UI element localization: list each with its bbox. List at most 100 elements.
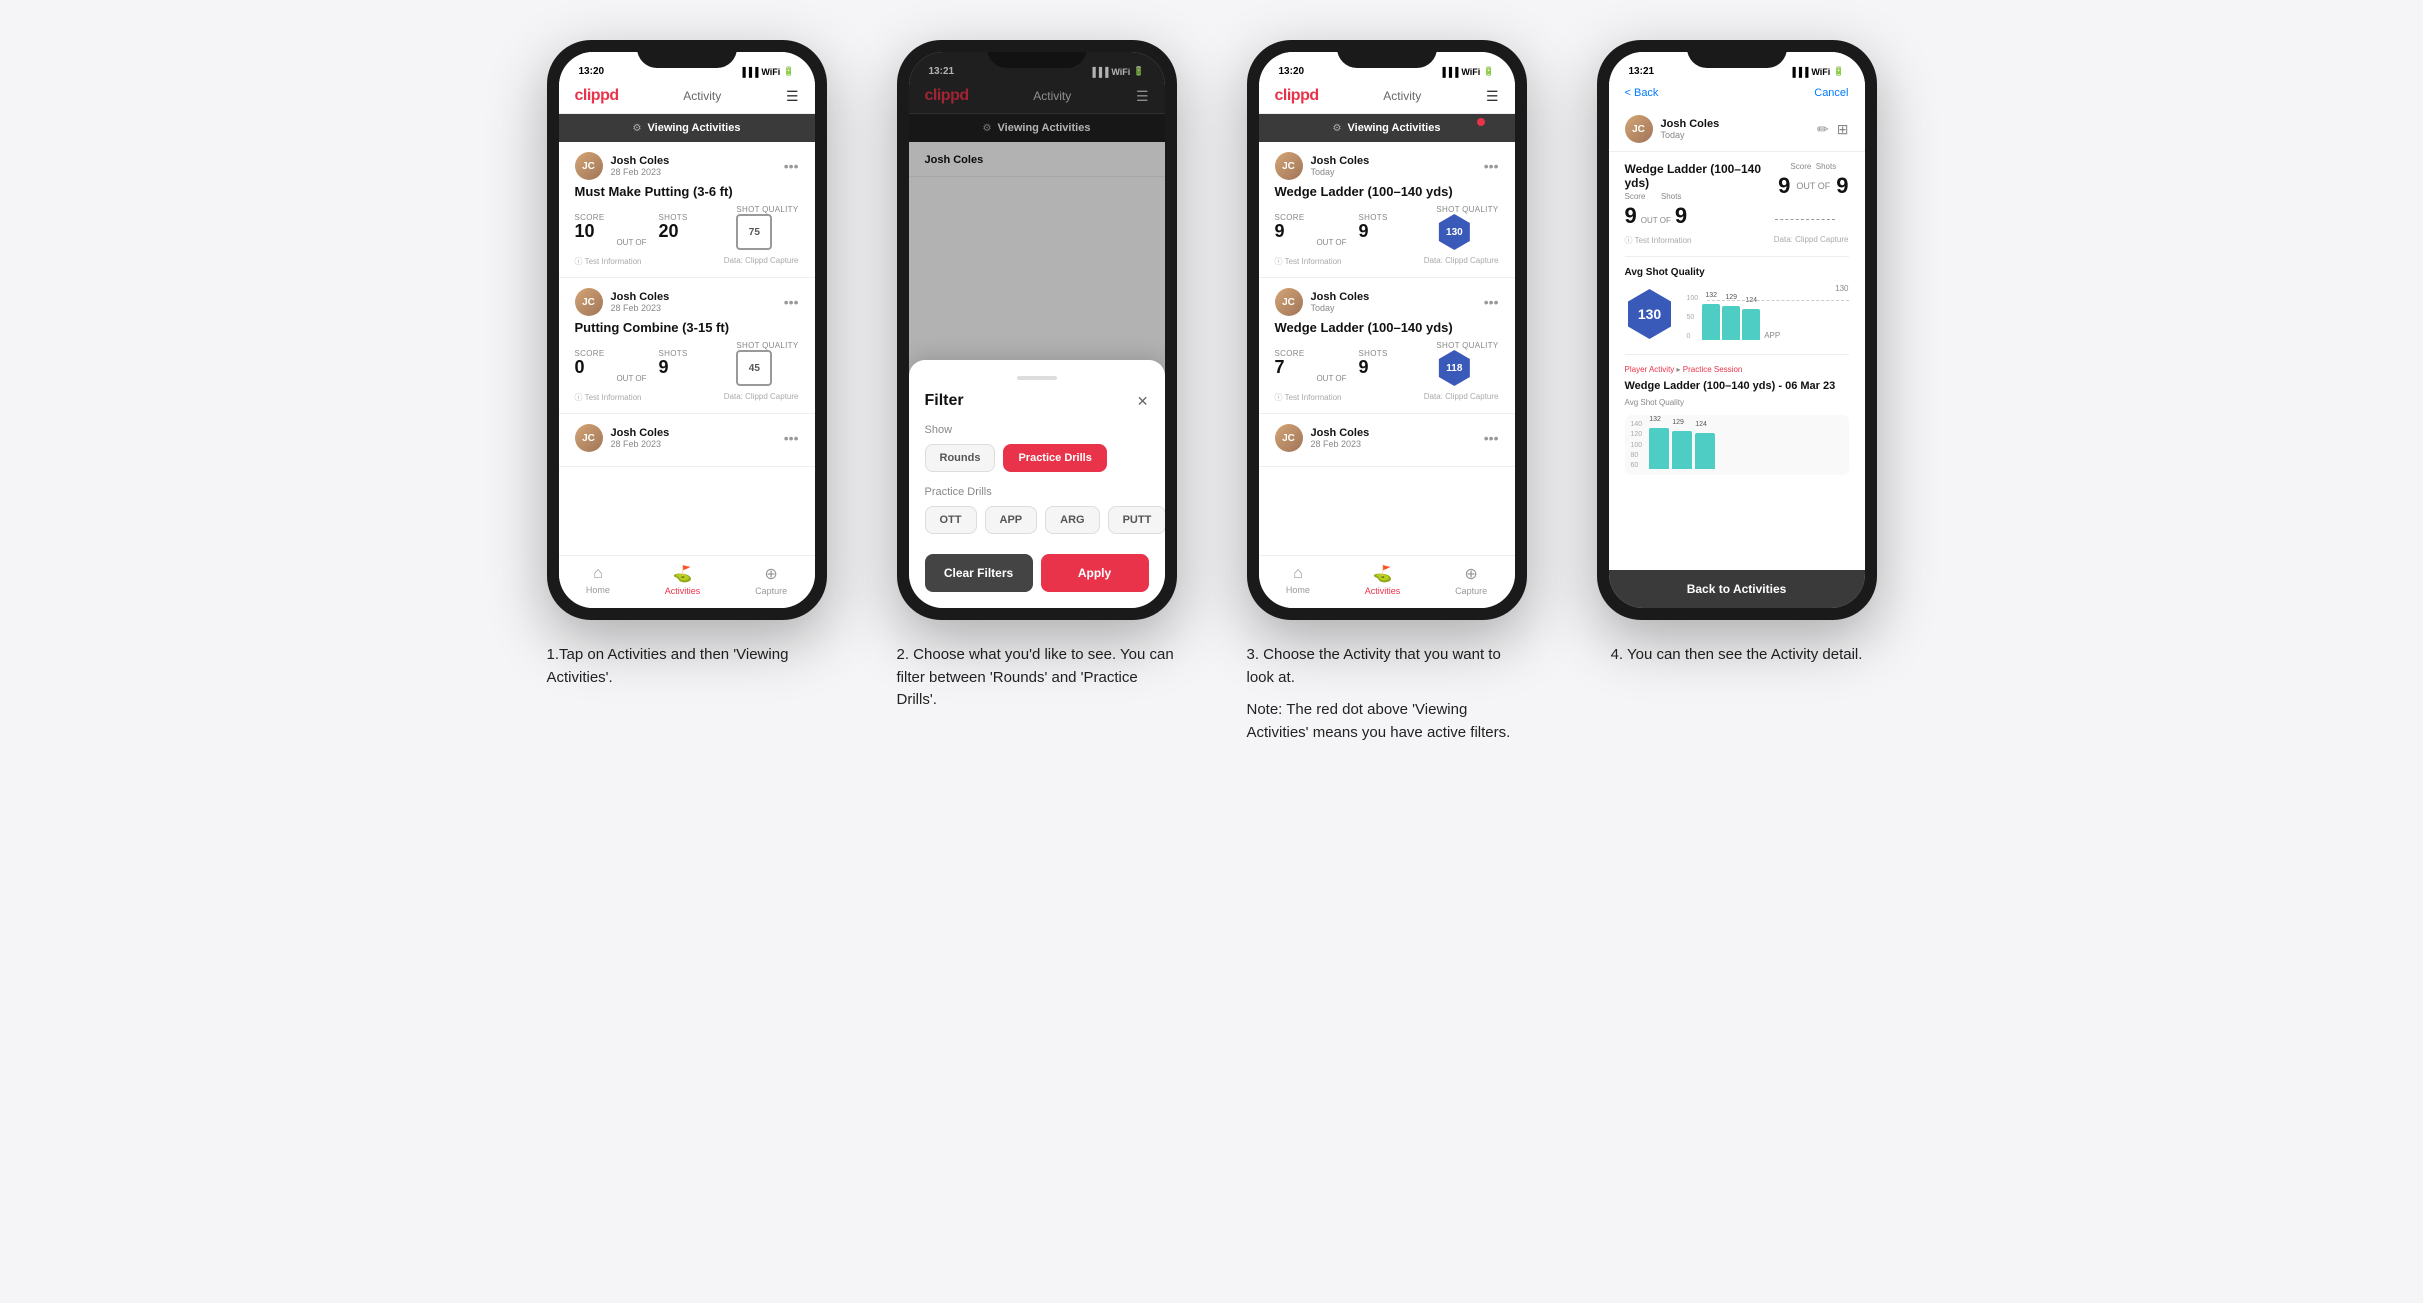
tab-home-label-1: Home: [586, 585, 610, 595]
quality-badge-1-1: 75: [736, 214, 772, 250]
close-modal-btn[interactable]: ✕: [1137, 393, 1149, 410]
footer-left-3-1: ⓘ Test Information: [1275, 256, 1342, 267]
stats-row-3-2: Score 7 OUT OF Shots 9 Shot Quality 118: [1275, 341, 1499, 386]
caption-3: 3. Choose the Activity that you want to …: [1247, 644, 1527, 744]
bar-3: 124: [1742, 309, 1760, 341]
card-footer-1-1: ⓘ Test Information Data: Clippd Capture: [575, 256, 799, 267]
caption-4: 4. You can then see the Activity detail.: [1611, 644, 1863, 667]
status-time-4: 13:21: [1629, 66, 1655, 77]
activity-card-3-1[interactable]: JC Josh Coles Today ••• Wedge Ladder (10…: [1259, 142, 1515, 278]
card-footer-3-1: ⓘ Test Information Data: Clippd Capture: [1275, 256, 1499, 267]
footer-right-3-1: Data: Clippd Capture: [1424, 256, 1499, 267]
pill-practice-drills[interactable]: Practice Drills: [1003, 444, 1106, 472]
status-icons-4: ▐▐▐ WiFi 🔋: [1789, 66, 1844, 77]
activity-card-1-3[interactable]: JC Josh Coles 28 Feb 2023 •••: [559, 414, 815, 467]
tab-activities-3[interactable]: ⛳ Activities: [1365, 564, 1401, 596]
user-name-3-3: Josh Coles: [1311, 427, 1370, 439]
activity-card-1-2[interactable]: JC Josh Coles 28 Feb 2023 ••• Putting Co…: [559, 278, 815, 414]
shots-group-3-1: Shots 9: [1359, 213, 1388, 242]
user-date-1-2: 28 Feb 2023: [611, 303, 670, 313]
pill-ott[interactable]: OTT: [925, 506, 977, 534]
screen4-column: 13:21 ▐▐▐ WiFi 🔋 < Back Cancel: [1577, 40, 1897, 744]
viewing-banner-1[interactable]: ⚙ Viewing Activities: [559, 114, 815, 142]
score-group-3-1: Score 9: [1275, 213, 1305, 242]
axis-100: 100: [1687, 295, 1699, 302]
bar-2: 129: [1722, 306, 1740, 340]
activities-tab-icon-1: ⛳: [673, 564, 693, 584]
cancel-btn-4[interactable]: Cancel: [1814, 87, 1848, 99]
chart-app-label: APP: [1764, 331, 1780, 340]
pill-arg[interactable]: ARG: [1045, 506, 1099, 534]
activity-card-3-3[interactable]: JC Josh Coles 28 Feb 2023 •••: [1259, 414, 1515, 467]
pill-rounds[interactable]: Rounds: [925, 444, 996, 472]
battery-icon-3: 🔋: [1483, 66, 1494, 77]
shots-value-3-2: 9: [1359, 358, 1388, 378]
session-bar-label-3: 124: [1695, 421, 1707, 428]
back-btn-4[interactable]: < Back: [1625, 87, 1659, 99]
more-dots-3-2[interactable]: •••: [1484, 294, 1499, 310]
axis-50: 50: [1687, 314, 1699, 321]
shots-group-1-1: Shots 20: [659, 213, 688, 242]
modal-header: Filter ✕: [925, 392, 1149, 410]
session-subtitle-4: Avg Shot Quality: [1625, 398, 1849, 407]
score-shots-labels: Score Shots: [1625, 192, 1779, 201]
detail-score-col-val: 9: [1778, 173, 1790, 199]
activity-title-3-2: Wedge Ladder (100–140 yds): [1275, 320, 1499, 335]
activity-card-3-2[interactable]: JC Josh Coles Today ••• Wedge Ladder (10…: [1259, 278, 1515, 414]
phone2: 13:21 ▐▐▐ WiFi 🔋 clippd Activity ☰ ⚙: [897, 40, 1177, 620]
avg-quality-section: 130 130 100 50 0: [1625, 284, 1849, 344]
menu-icon-3[interactable]: ☰: [1486, 88, 1499, 105]
tab-home-3[interactable]: ⌂ Home: [1286, 565, 1310, 595]
header-title-3: Activity: [1383, 89, 1421, 103]
detail-content-4: Wedge Ladder (100–140 yds) Score Shots 9…: [1609, 152, 1865, 570]
avatar-3-1: JC: [1275, 152, 1303, 180]
more-dots-1-1[interactable]: •••: [784, 158, 799, 174]
activity-card-1-1[interactable]: JC Josh Coles 28 Feb 2023 ••• Must Make …: [559, 142, 815, 278]
more-dots-3-3[interactable]: •••: [1484, 430, 1499, 446]
more-dots-1-2[interactable]: •••: [784, 294, 799, 310]
pill-app[interactable]: APP: [985, 506, 1038, 534]
score-value-1-2: 0: [575, 358, 605, 378]
screen1-scroll: JC Josh Coles 28 Feb 2023 ••• Must Make …: [559, 142, 815, 555]
screen3-scroll: JC Josh Coles Today ••• Wedge Ladder (10…: [1259, 142, 1515, 555]
screen3-column: 13:20 ▐▐▐ WiFi 🔋 clippd Activity ☰ ⚙: [1227, 40, 1547, 744]
detail-score-value: 9: [1625, 203, 1637, 229]
user-meta-3-2: Josh Coles Today: [1311, 291, 1370, 313]
menu-icon-1[interactable]: ☰: [786, 88, 799, 105]
session-chart: 140 120 100 80 60 132 129: [1625, 415, 1849, 475]
avatar-3-2: JC: [1275, 288, 1303, 316]
tab-home-1[interactable]: ⌂ Home: [586, 565, 610, 595]
user-meta-1-3: Josh Coles 28 Feb 2023: [611, 427, 670, 449]
divider-4-2: [1625, 354, 1849, 355]
tab-capture-3[interactable]: ⊕ Capture: [1455, 564, 1487, 596]
tab-capture-1[interactable]: ⊕ Capture: [755, 564, 787, 596]
user-name-1-1: Josh Coles: [611, 155, 670, 167]
more-dots-1-3[interactable]: •••: [784, 430, 799, 446]
apply-btn[interactable]: Apply: [1041, 554, 1149, 592]
shots-value-1-1: 20: [659, 222, 688, 242]
expand-icon-4[interactable]: ⊞: [1837, 121, 1849, 138]
clear-filters-btn[interactable]: Clear Filters: [925, 554, 1033, 592]
shots-group-3-2: Shots 9: [1359, 349, 1388, 378]
detail-quality-col-label: Score Shots: [1790, 162, 1836, 171]
more-dots-3-1[interactable]: •••: [1484, 158, 1499, 174]
phone3: 13:20 ▐▐▐ WiFi 🔋 clippd Activity ☰ ⚙: [1247, 40, 1527, 620]
activities-tab-icon-3: ⛳: [1373, 564, 1393, 584]
filter-modal: Filter ✕ Show Rounds Practice Drills Pra…: [909, 360, 1165, 608]
card-header-3-2: JC Josh Coles Today •••: [1275, 288, 1499, 316]
detail-shots-col-val: 9: [1836, 173, 1848, 199]
capture-tab-icon-1: ⊕: [764, 564, 777, 584]
bar-label-1: 132: [1705, 292, 1717, 299]
back-to-activities-btn[interactable]: Back to Activities: [1609, 570, 1865, 608]
tab-activities-1[interactable]: ⛳ Activities: [665, 564, 701, 596]
out-of-1-2: OUT OF: [616, 374, 646, 383]
banner-text-1: Viewing Activities: [648, 122, 741, 134]
shots-group-1-2: Shots 9: [659, 349, 688, 378]
banner-text-3: Viewing Activities: [1348, 122, 1441, 134]
pill-putt[interactable]: PUTT: [1108, 506, 1165, 534]
status-time-3: 13:20: [1279, 66, 1305, 77]
edit-icon-4[interactable]: ✏: [1817, 121, 1829, 138]
card-header-3-1: JC Josh Coles Today •••: [1275, 152, 1499, 180]
card-header-1-2: JC Josh Coles 28 Feb 2023 •••: [575, 288, 799, 316]
viewing-banner-3[interactable]: ⚙ Viewing Activities: [1259, 114, 1515, 142]
